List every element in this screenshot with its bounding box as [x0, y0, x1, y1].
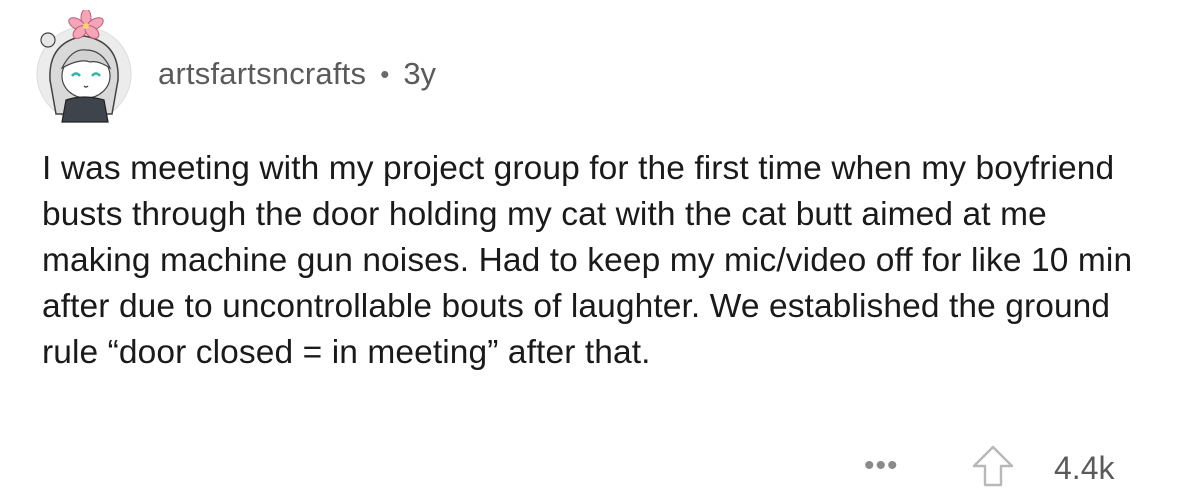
upvote-arrow-icon[interactable]: [970, 444, 1016, 488]
separator-dot: •: [380, 58, 390, 89]
avatar-icon: [36, 8, 132, 123]
comment-actions: ••• 4.4k: [0, 442, 1179, 492]
comment-header: artsfartsncrafts • 3y: [158, 52, 436, 96]
more-options-button[interactable]: •••: [864, 446, 899, 486]
comment-age: 3y: [403, 56, 437, 91]
vote-score: 4.4k: [1054, 450, 1115, 486]
comment-body: I was meeting with my project group for …: [42, 150, 1133, 371]
avatar[interactable]: [32, 8, 136, 126]
username-link[interactable]: artsfartsncrafts: [158, 56, 366, 92]
comment-card: artsfartsncrafts • 3y I was meeting with…: [0, 0, 1179, 498]
